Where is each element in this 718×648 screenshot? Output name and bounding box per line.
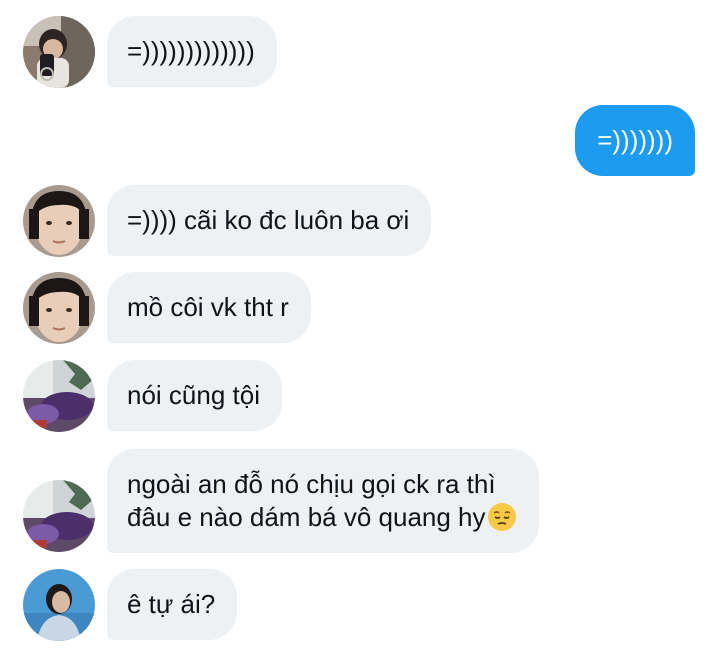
incoming-message-bubble[interactable]: =))))))))))))) — [107, 16, 277, 87]
message-text-line-2: đâu e nào dám bá vô quang hy — [127, 501, 517, 534]
message-text: =)))) cãi ko đc luôn ba ơi — [127, 205, 410, 235]
message-text: ê tự ái? — [127, 589, 216, 619]
avatar[interactable] — [23, 480, 95, 552]
avatar[interactable] — [23, 272, 95, 344]
avatar-purple-room-image — [23, 480, 95, 552]
incoming-message-bubble[interactable]: nói cũng tội — [107, 360, 282, 431]
avatar[interactable] — [23, 360, 95, 432]
avatar[interactable] — [23, 16, 95, 88]
message-text: =))))))) — [597, 125, 673, 155]
message-text: mồ côi vk tht r — [127, 292, 289, 322]
message-text: =))))))))))))) — [127, 36, 255, 66]
pensive-face-emoji-icon — [487, 502, 517, 532]
message-text-line-2-text: đâu e nào dám bá vô quang hy — [127, 502, 486, 532]
outgoing-message-bubble[interactable]: =))))))) — [575, 105, 695, 176]
incoming-message-bubble[interactable]: =)))) cãi ko đc luôn ba ơi — [107, 185, 432, 256]
avatar[interactable] — [23, 185, 95, 257]
avatar-boy-blue-sky-image — [23, 569, 95, 641]
avatar[interactable] — [23, 569, 95, 641]
incoming-message-bubble[interactable]: mồ côi vk tht r — [107, 272, 311, 343]
avatar-boy-closeup-image — [23, 185, 95, 257]
message-text-line-1: ngoài an đỗ nó chịu gọi ck ra thì — [127, 469, 496, 499]
message-thread: =))))))))))))) =))))))) =)))) cãi ko đc … — [0, 0, 718, 648]
avatar-boy-closeup-image — [23, 272, 95, 344]
message-text: nói cũng tội — [127, 380, 260, 410]
avatar-mirror-selfie-image — [23, 16, 95, 88]
incoming-message-bubble[interactable]: ngoài an đỗ nó chịu gọi ck ra thì đâu e … — [107, 449, 539, 553]
avatar-purple-room-image — [23, 360, 95, 432]
incoming-message-bubble[interactable]: ê tự ái? — [107, 569, 238, 640]
